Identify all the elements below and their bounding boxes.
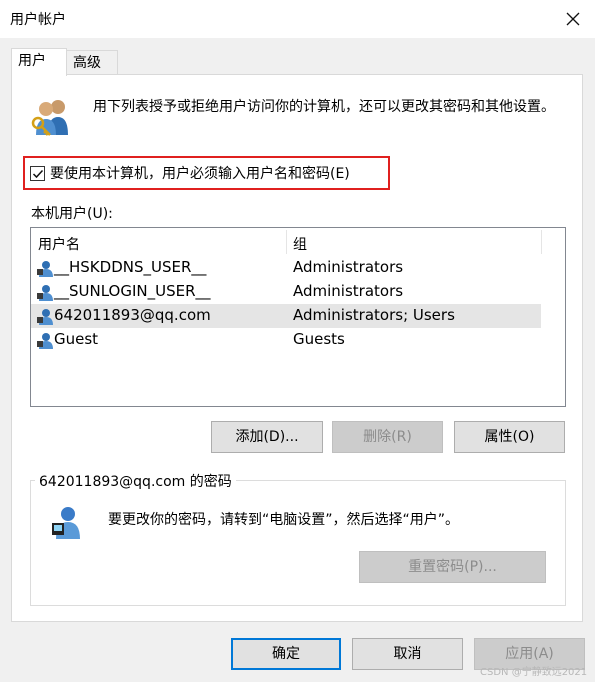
user-icon (37, 333, 53, 349)
user-group: Guests (293, 330, 345, 348)
user-group: Administrators (293, 282, 404, 300)
user-name: Guest (54, 330, 99, 348)
user-group: Administrators; Users (293, 306, 455, 324)
users-keys-icon (31, 100, 68, 136)
list-item-selected[interactable]: 642011893@qq.com Administrators; Users (31, 304, 541, 328)
user-name: __HSKDDNS_USER__ (54, 258, 207, 276)
column-header-username[interactable]: 用户名 (38, 234, 80, 254)
add-button[interactable]: 添加(D)... (211, 421, 323, 453)
local-users-label: 本机用户(U): (31, 206, 113, 222)
cancel-button[interactable]: 取消 (352, 638, 463, 670)
title-bar: 用户帐户 (0, 0, 595, 38)
tab-users[interactable]: 用户 (11, 48, 67, 76)
list-header: 用户名 组 (31, 228, 565, 256)
user-group: Administrators (293, 258, 404, 276)
list-item[interactable]: __SUNLOGIN_USER__ Administrators (31, 280, 541, 304)
window-title: 用户帐户 (10, 12, 66, 28)
password-change-text: 要更改你的密码，请转到“电脑设置”，然后选择“用户”。 (108, 512, 460, 528)
close-icon[interactable] (561, 7, 585, 31)
user-icon (37, 261, 53, 277)
properties-button[interactable]: 属性(O) (454, 421, 565, 453)
users-list[interactable]: 用户名 组 __HSKDDNS_USER__ Administrators __… (30, 227, 566, 407)
tab-advanced[interactable]: 高级 (66, 50, 118, 76)
ok-button[interactable]: 确定 (231, 638, 341, 670)
user-icon (52, 507, 80, 539)
intro-text: 用下列表授予或拒绝用户访问你的计算机，还可以更改其密码和其他设置。 (93, 99, 555, 115)
remove-button[interactable]: 删除(R) (332, 421, 443, 453)
user-name: 642011893@qq.com (54, 306, 211, 324)
require-login-label[interactable]: 要使用本计算机，用户必须输入用户名和密码(E) (50, 163, 350, 183)
list-item[interactable]: Guest Guests (31, 328, 541, 352)
reset-password-button[interactable]: 重置密码(P)... (359, 551, 546, 583)
column-divider[interactable] (541, 230, 542, 254)
watermark-text: CSDN @宁静致远2021 (480, 667, 588, 678)
checkmark-icon (32, 169, 44, 179)
column-divider[interactable] (286, 230, 287, 254)
user-icon (37, 285, 53, 301)
require-login-checkbox[interactable] (30, 166, 45, 181)
list-item[interactable]: __HSKDDNS_USER__ Administrators (31, 256, 541, 280)
password-group-title: 642011893@qq.com 的密码 (35, 471, 236, 491)
user-icon (37, 309, 53, 325)
password-group-box (30, 480, 566, 606)
user-name: __SUNLOGIN_USER__ (54, 282, 211, 300)
column-header-group[interactable]: 组 (293, 234, 307, 254)
